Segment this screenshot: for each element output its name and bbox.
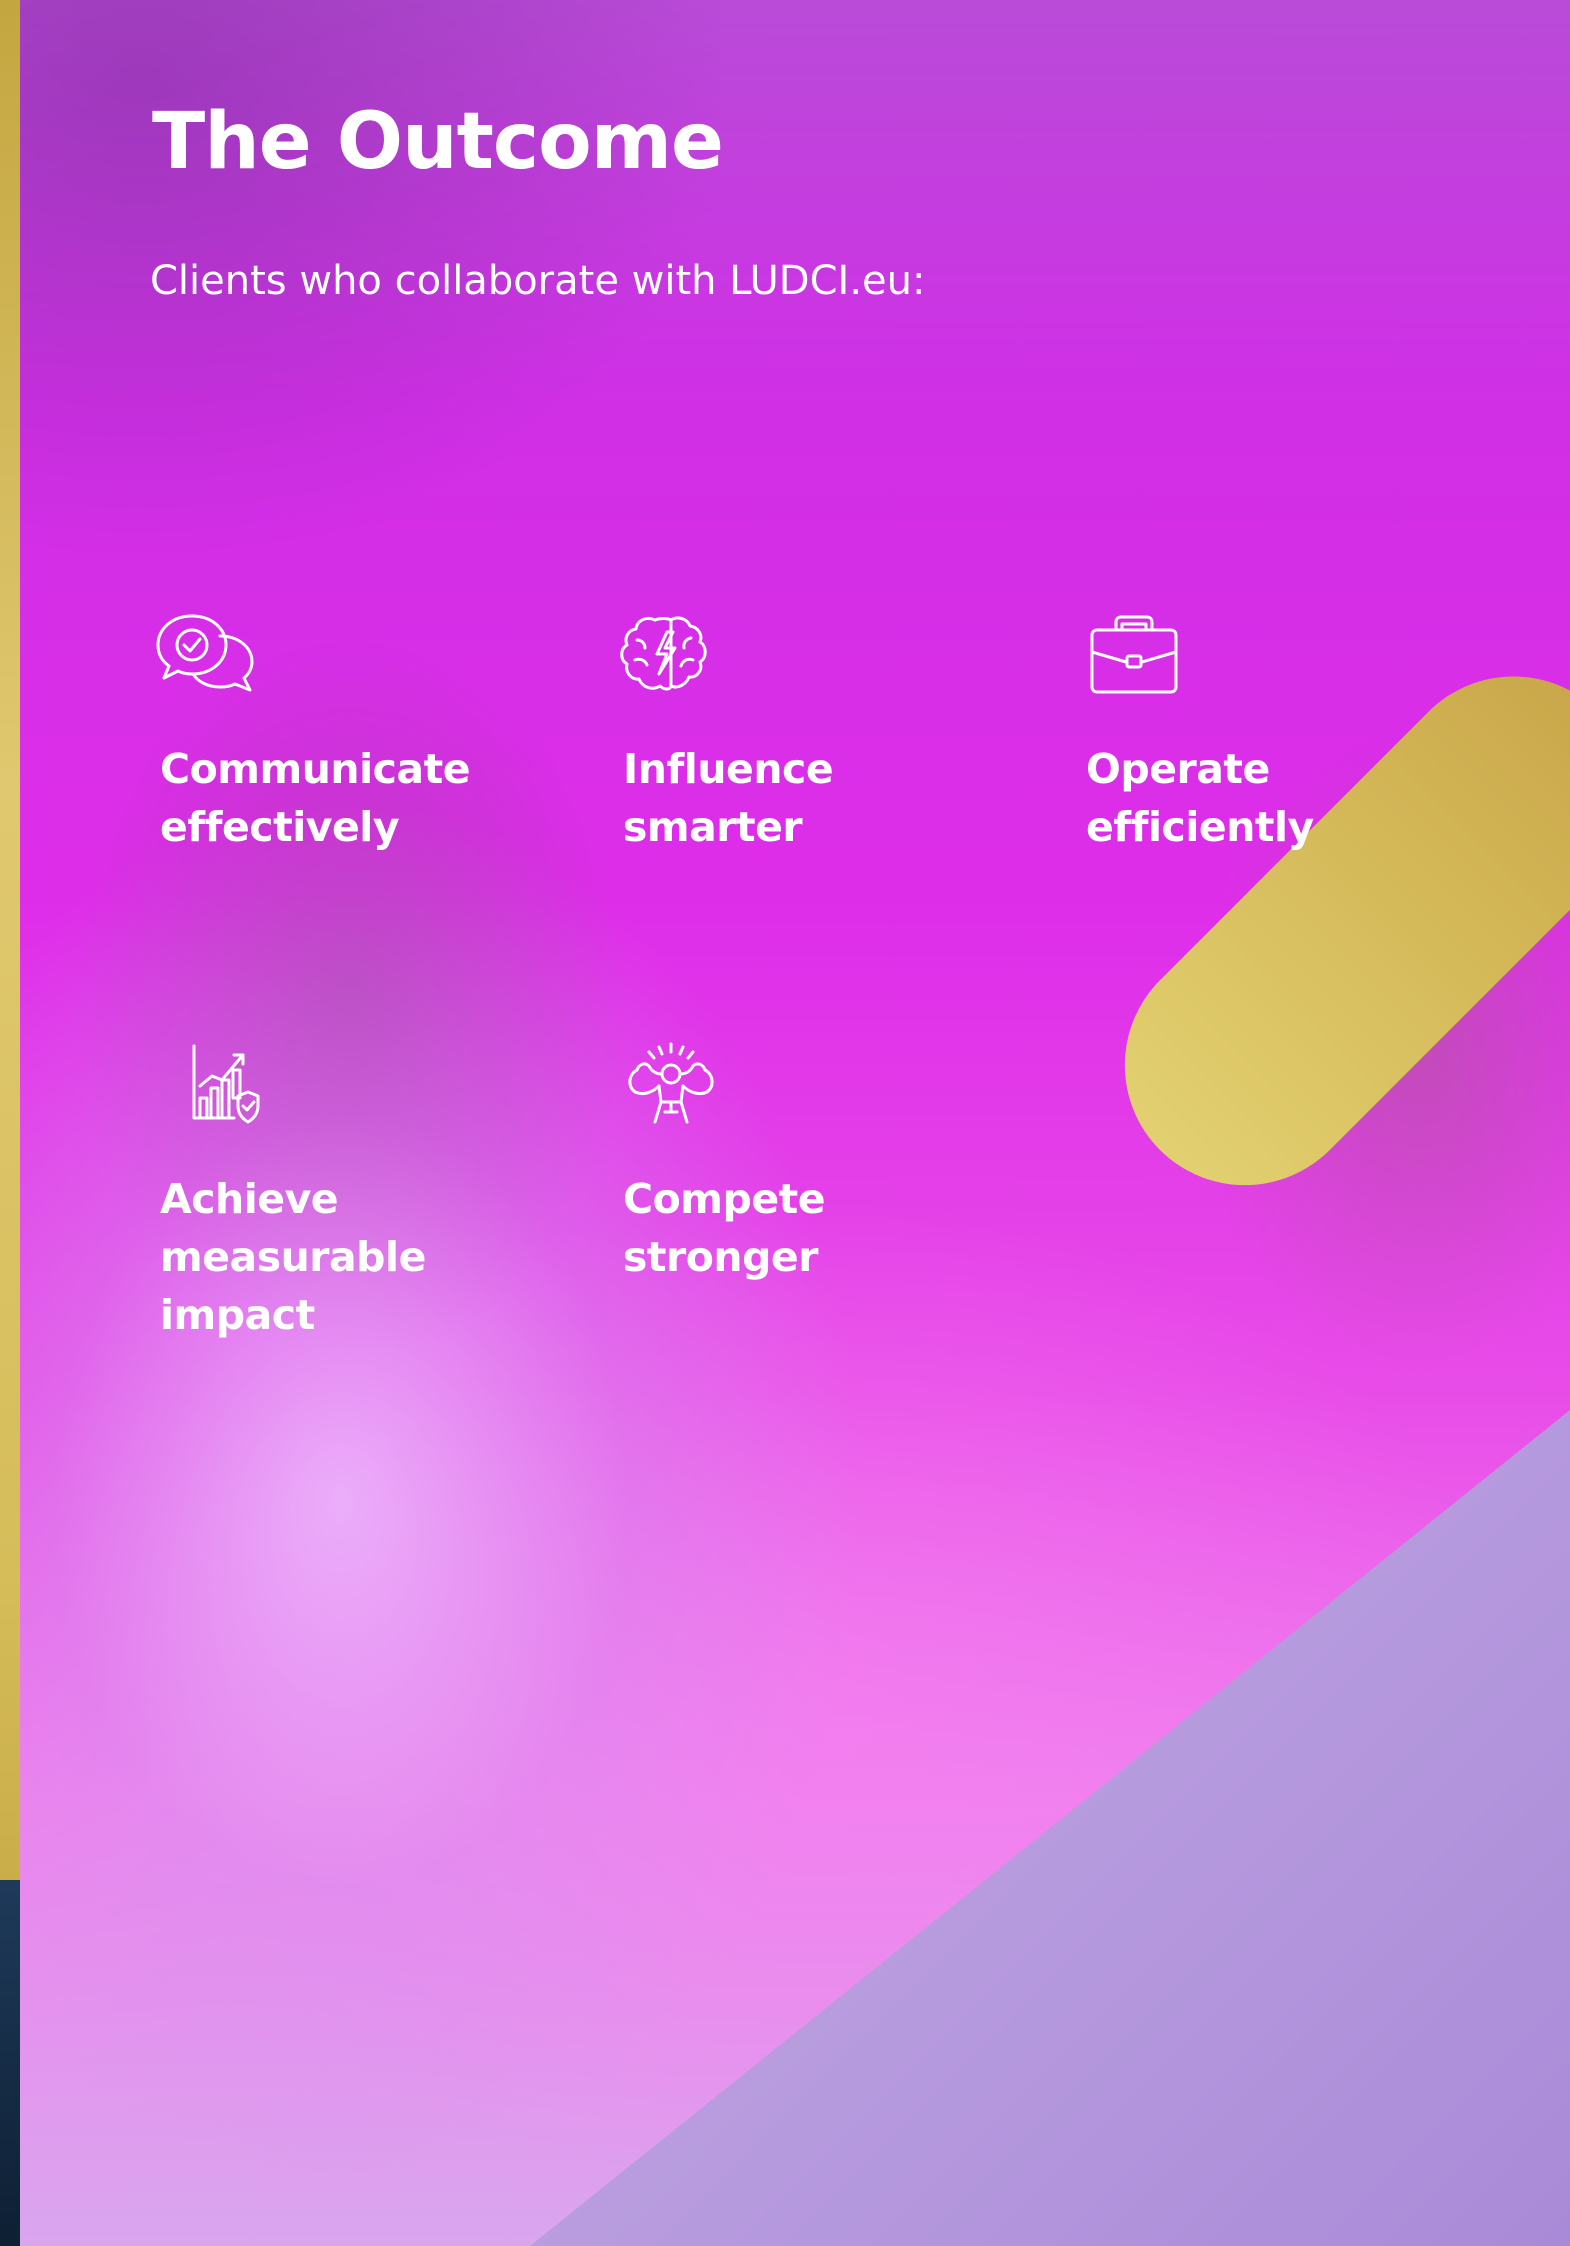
page-title: The Outcome (152, 97, 724, 187)
dark-side-strip (0, 1880, 20, 2246)
growth-chart-shield-icon (152, 1040, 292, 1140)
feature-label: Achieve measurable impact (160, 1175, 426, 1339)
briefcase-icon (1078, 610, 1218, 710)
outcome-page: The Outcome Clients who collaborate with… (0, 0, 1570, 2246)
brain-lightning-icon (615, 610, 755, 710)
strong-person-icon (615, 1040, 755, 1140)
page-subtitle: Clients who collaborate with LUDCI.eu: (150, 258, 926, 304)
feature-label: Influence smarter (623, 745, 834, 851)
feature-label: Operate efficiently (1086, 745, 1314, 851)
feature-label: Compete stronger (623, 1175, 826, 1281)
feature-label: Communicate effectively (160, 745, 471, 851)
chat-check-icon (152, 610, 292, 710)
